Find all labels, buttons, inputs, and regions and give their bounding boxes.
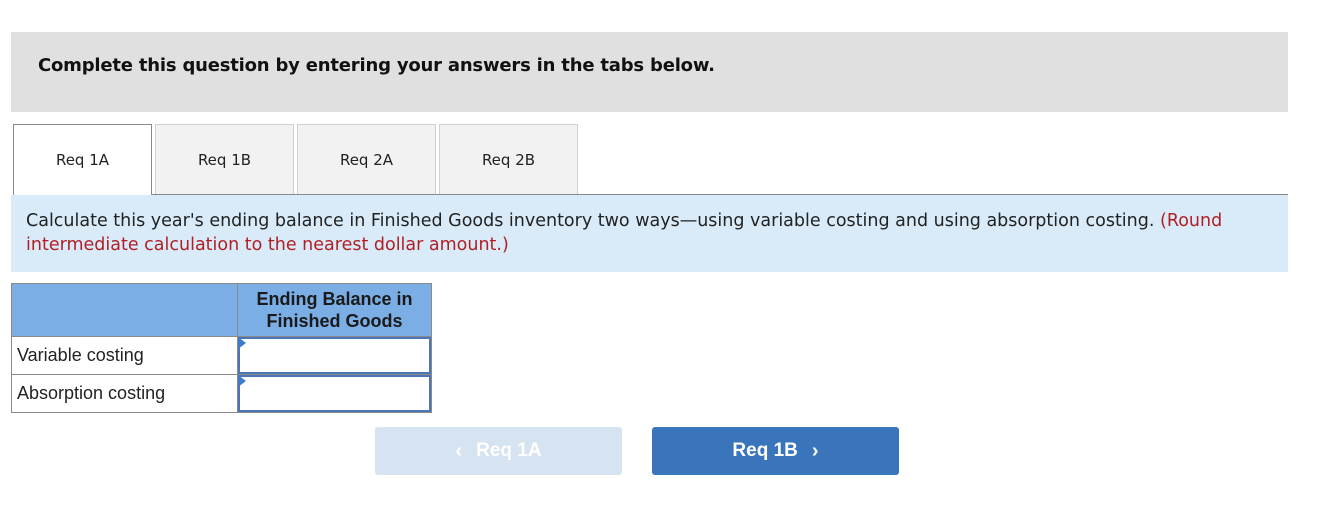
- tab-req-2a[interactable]: Req 2A: [297, 124, 436, 194]
- table-header-blank: [11, 283, 238, 337]
- question-header-title: Complete this question by entering your …: [38, 55, 715, 76]
- table-header-row: Ending Balance in Finished Goods: [11, 283, 432, 337]
- tab-req-1a[interactable]: Req 1A: [13, 124, 152, 195]
- instruction-panel: Calculate this year's ending balance in …: [11, 195, 1288, 272]
- tab-label: Req 1B: [197, 150, 252, 169]
- input-marker-icon: [238, 375, 246, 387]
- chevron-left-icon: ‹: [455, 439, 463, 462]
- question-header: Complete this question by entering your …: [11, 32, 1288, 112]
- absorption-costing-input[interactable]: [240, 377, 429, 410]
- absorption-costing-input-box: [238, 375, 431, 412]
- chevron-right-icon: ›: [811, 439, 819, 462]
- prev-button-label: Req 1A: [476, 440, 542, 461]
- tab-label: Req 2B: [481, 150, 536, 169]
- variable-costing-cell: [237, 336, 432, 375]
- prev-req-1a-button[interactable]: ‹ Req 1A: [375, 427, 622, 475]
- row-label-variable-costing: Variable costing: [11, 336, 238, 375]
- table-row: Variable costing: [11, 336, 432, 375]
- answer-table: Ending Balance in Finished Goods Variabl…: [11, 283, 432, 413]
- next-req-1b-button[interactable]: Req 1B ›: [652, 427, 899, 475]
- tab-label: Req 2A: [339, 150, 394, 169]
- table-row: Absorption costing: [11, 374, 432, 413]
- row-label-absorption-costing: Absorption costing: [11, 374, 238, 413]
- tab-label: Req 1A: [55, 151, 110, 169]
- variable-costing-input[interactable]: [240, 339, 429, 372]
- input-marker-icon: [238, 337, 246, 349]
- next-button-label: Req 1B: [732, 440, 798, 461]
- tab-req-2b[interactable]: Req 2B: [439, 124, 578, 194]
- column-header-ending-balance: Ending Balance in Finished Goods: [237, 283, 432, 337]
- absorption-costing-cell: [237, 374, 432, 413]
- instruction-text: Calculate this year's ending balance in …: [26, 211, 1155, 231]
- requirement-tabs: Req 1A Req 1B Req 2A Req 2B: [13, 124, 1288, 195]
- variable-costing-input-box: [238, 337, 431, 374]
- tab-req-1b[interactable]: Req 1B: [155, 124, 294, 194]
